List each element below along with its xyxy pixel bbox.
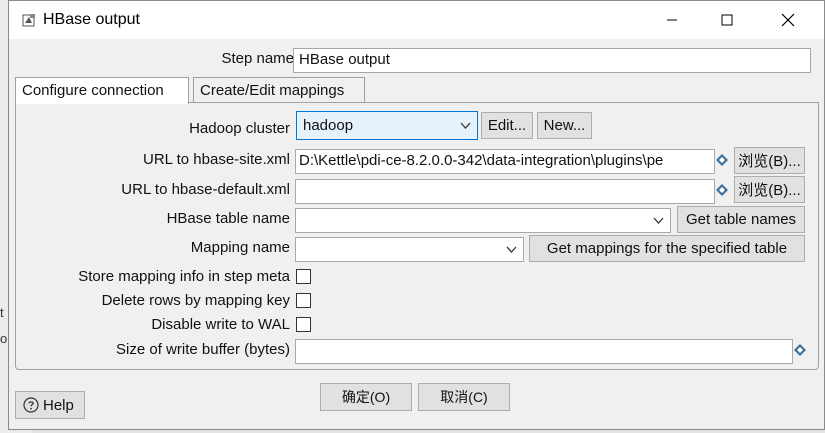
hbase-output-dialog: HBase output Step name HBase output Conf… [8, 0, 825, 430]
step-name-label: Step name [221, 50, 294, 67]
hbase-site-input[interactable]: D:\Kettle\pdi-ce-8.2.0.0-342\data-integr… [295, 149, 715, 174]
write-buffer-label: Size of write buffer (bytes) [116, 341, 290, 358]
disable-wal-label: Disable write to WAL [151, 316, 290, 333]
hadoop-cluster-label: Hadoop cluster [189, 120, 290, 137]
edit-cluster-button[interactable]: Edit... [481, 112, 533, 139]
help-icon [23, 397, 39, 413]
dialog-content: Step name HBase output Configure connect… [9, 39, 824, 429]
disable-wal-checkbox[interactable] [296, 317, 311, 332]
variable-diamond-icon[interactable] [716, 154, 728, 166]
help-button-label: Help [43, 396, 74, 414]
hadoop-cluster-value: hadoop [303, 117, 354, 134]
write-buffer-input[interactable] [295, 339, 793, 364]
browse-hbase-site-button[interactable]: 浏览(B)... [734, 147, 805, 174]
chevron-down-icon [506, 246, 517, 253]
cancel-button[interactable]: 取消(C) [418, 383, 510, 411]
tab-configure-connection[interactable]: Configure connection [15, 77, 189, 104]
hadoop-cluster-select[interactable]: hadoop [296, 111, 478, 140]
store-mapping-checkbox[interactable] [296, 269, 311, 284]
hbase-default-input[interactable] [295, 179, 715, 204]
chevron-down-icon [653, 217, 664, 224]
ok-button[interactable]: 确定(O) [320, 383, 412, 411]
chevron-down-icon [460, 122, 471, 129]
step-name-input[interactable]: HBase output [293, 48, 811, 73]
delete-rows-label: Delete rows by mapping key [101, 292, 290, 309]
hbase-site-label: URL to hbase-site.xml [143, 151, 290, 168]
close-icon [781, 13, 795, 27]
background-text-fragment: t [0, 305, 4, 320]
hbase-table-name-label: HBase table name [166, 210, 290, 227]
mapping-name-label: Mapping name [190, 239, 290, 256]
variable-diamond-icon[interactable] [794, 344, 806, 356]
minimize-icon [667, 19, 677, 21]
spoon-app-icon [22, 14, 35, 27]
title-bar[interactable]: HBase output [9, 1, 824, 39]
close-button[interactable] [765, 1, 811, 39]
maximize-button[interactable] [704, 1, 750, 39]
hbase-default-label: URL to hbase-default.xml [121, 181, 290, 198]
delete-rows-checkbox[interactable] [296, 293, 311, 308]
new-cluster-button[interactable]: New... [537, 112, 592, 139]
get-mappings-button[interactable]: Get mappings for the specified table [529, 235, 805, 262]
window-title: HBase output [43, 11, 140, 28]
help-button[interactable]: Help [15, 391, 85, 419]
variable-diamond-icon[interactable] [716, 184, 728, 196]
mapping-name-select[interactable] [295, 237, 524, 262]
minimize-button[interactable] [649, 1, 695, 39]
get-table-names-button[interactable]: Get table names [677, 206, 805, 233]
hbase-table-name-select[interactable] [295, 208, 671, 233]
browse-hbase-default-button[interactable]: 浏览(B)... [734, 176, 805, 203]
tab-create-edit-mappings[interactable]: Create/Edit mappings [193, 77, 365, 103]
store-mapping-label: Store mapping info in step meta [78, 268, 290, 285]
maximize-icon [721, 14, 733, 26]
